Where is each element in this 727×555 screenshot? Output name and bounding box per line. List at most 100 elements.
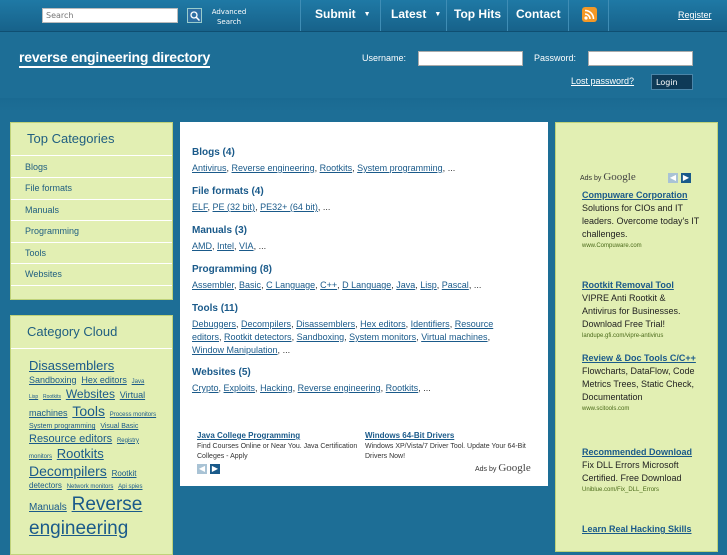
subcategory-link[interactable]: Rootkit detectors bbox=[224, 332, 292, 342]
next-ad-arrow-icon[interactable]: ▶ bbox=[681, 173, 691, 183]
subcategory-link[interactable]: Crypto bbox=[192, 383, 219, 393]
advanced-search-link[interactable]: Advanced Search bbox=[209, 7, 249, 27]
nav-latest[interactable]: Latest ▼ bbox=[391, 7, 441, 21]
ad-url[interactable]: Uniblue.com/Fix_DLL_Errors bbox=[582, 485, 702, 495]
nav-submit[interactable]: Submit ▼ bbox=[315, 7, 371, 21]
section-title[interactable]: Tools (11) bbox=[192, 303, 238, 314]
subcategory-link[interactable]: Sandboxing bbox=[297, 332, 345, 342]
subcategory-link[interactable]: Rootkits bbox=[320, 163, 353, 173]
subcategory-link[interactable]: Decompilers bbox=[241, 319, 291, 329]
ad-url[interactable]: www.Compuware.com bbox=[582, 241, 702, 251]
ad-title-link[interactable]: Compuware Corporation bbox=[582, 189, 702, 202]
subcategory-link[interactable]: VIA bbox=[239, 241, 254, 251]
tag-cloud-item[interactable]: Network monitors bbox=[67, 484, 114, 490]
subcategory-link[interactable]: D Language bbox=[342, 280, 391, 290]
subcategory-link[interactable]: Reverse engineering bbox=[232, 163, 315, 173]
subcategory-link[interactable]: Pascal bbox=[442, 280, 469, 290]
divider bbox=[11, 177, 172, 178]
nav-contact-label: Contact bbox=[516, 7, 561, 21]
search-input[interactable] bbox=[42, 8, 178, 23]
subcategory-link[interactable]: PE (32 bit) bbox=[213, 202, 256, 212]
subcategory-link[interactable]: AMD bbox=[192, 241, 212, 251]
ad-title-link[interactable]: Windows 64-Bit Drivers bbox=[365, 431, 454, 440]
username-field[interactable] bbox=[418, 51, 523, 66]
subcategory-link[interactable]: System monitors bbox=[349, 332, 416, 342]
tag-cloud-item[interactable]: Websites bbox=[66, 387, 115, 401]
category-item-manuals[interactable]: Manuals bbox=[25, 205, 59, 215]
divider bbox=[11, 285, 172, 286]
ad-url[interactable]: www.scitools.com bbox=[582, 404, 702, 414]
subcategory-link[interactable]: Identifiers bbox=[411, 319, 450, 329]
sponsored-ad: Learn Real Hacking Skills bbox=[582, 523, 702, 536]
subcategory-link[interactable]: Java bbox=[396, 280, 415, 290]
sponsored-ad: Compuware Corporation Solutions for CIOs … bbox=[582, 189, 702, 251]
tag-cloud-item[interactable]: Manuals bbox=[29, 502, 67, 513]
subcategory-link[interactable]: Virtual machines bbox=[421, 332, 487, 342]
subcategory-link[interactable]: Basic bbox=[239, 280, 261, 290]
search-button[interactable] bbox=[187, 8, 202, 23]
subcategory-link[interactable]: ELF bbox=[192, 202, 208, 212]
ad-url[interactable]: landupe.gfi.com/vipre-antivirus bbox=[582, 331, 702, 341]
site-logo[interactable]: reverse engineering directory bbox=[19, 50, 210, 68]
subcategory-link[interactable]: Assembler bbox=[192, 280, 234, 290]
category-item-blogs[interactable]: Blogs bbox=[25, 162, 48, 172]
category-item-programming[interactable]: Programming bbox=[25, 226, 79, 236]
ad-title-link[interactable]: Learn Real Hacking Skills bbox=[582, 523, 702, 536]
subcategory-link[interactable]: C Language bbox=[266, 280, 315, 290]
subcategory-link[interactable]: Window Manipulation bbox=[192, 345, 278, 355]
subcategory-link[interactable]: Hacking bbox=[260, 383, 293, 393]
rss-icon[interactable] bbox=[582, 7, 597, 22]
subcategory-link[interactable]: Hex editors bbox=[360, 319, 406, 329]
ad-title-link[interactable]: Rootkit Removal Tool bbox=[582, 279, 702, 292]
subcategory-link[interactable]: C++ bbox=[320, 280, 337, 290]
ad-title-link[interactable]: Java College Programming bbox=[197, 431, 300, 440]
subcategory-link[interactable]: Lisp bbox=[420, 280, 437, 290]
tag-cloud-item[interactable]: Hex editors bbox=[81, 375, 127, 385]
prev-ad-arrow-icon[interactable]: ◀ bbox=[197, 464, 207, 474]
tag-cloud-item[interactable]: Resource editors bbox=[29, 433, 112, 445]
nav-top-hits[interactable]: Top Hits bbox=[454, 7, 501, 21]
section-title[interactable]: Blogs (4) bbox=[192, 147, 235, 158]
tag-cloud-item[interactable]: Lisp bbox=[29, 394, 38, 400]
tag-cloud-item[interactable]: Tools bbox=[72, 403, 105, 419]
subcategory-link[interactable]: Intel bbox=[217, 241, 234, 251]
prev-ad-arrow-icon[interactable]: ◀ bbox=[668, 173, 678, 183]
login-button[interactable]: Login bbox=[651, 74, 693, 90]
subcategory-link[interactable]: PE32+ (64 bit) bbox=[260, 202, 318, 212]
category-item-websites[interactable]: Websites bbox=[25, 269, 62, 279]
subcategory-link[interactable]: Debuggers bbox=[192, 319, 236, 329]
category-item-file-formats[interactable]: File formats bbox=[25, 183, 72, 193]
subcategory-link[interactable]: Antivirus bbox=[192, 163, 227, 173]
section-title[interactable]: Programming (8) bbox=[192, 264, 272, 275]
tag-cloud-item[interactable]: Decompilers bbox=[29, 463, 107, 479]
section-title[interactable]: Manuals (3) bbox=[192, 225, 247, 236]
subcategory-link[interactable]: Rootkits bbox=[386, 383, 419, 393]
section-title[interactable]: File formats (4) bbox=[192, 186, 264, 197]
next-ad-arrow-icon[interactable]: ▶ bbox=[210, 464, 220, 474]
tag-cloud-item[interactable]: Reverse engineering bbox=[29, 494, 142, 539]
tag-cloud-item[interactable]: Visual Basic bbox=[100, 423, 138, 430]
tag-cloud-item[interactable]: Rootkits bbox=[43, 394, 61, 400]
tag-cloud-item[interactable]: Rootkits bbox=[57, 446, 104, 461]
tag-cloud-item[interactable]: Sandboxing bbox=[29, 375, 77, 385]
tag-cloud-item[interactable]: System programming bbox=[29, 423, 96, 430]
tag-cloud-item[interactable]: Disassemblers bbox=[29, 358, 114, 373]
lost-password-link[interactable]: Lost password? bbox=[571, 76, 634, 86]
ads-by-google[interactable]: Ads by Google bbox=[475, 462, 531, 474]
register-link[interactable]: Register bbox=[678, 10, 712, 20]
subcategory-link[interactable]: Reverse engineering bbox=[298, 383, 381, 393]
subcategory-link[interactable]: Disassemblers bbox=[296, 319, 355, 329]
ads-by-google[interactable]: Ads by Google bbox=[580, 171, 636, 183]
tag-cloud-item[interactable]: Java bbox=[132, 379, 145, 385]
ad-description: VIPRE Anti Rootkit & Antivirus for Busin… bbox=[582, 293, 681, 329]
subcategory-link[interactable]: Exploits bbox=[224, 383, 256, 393]
ad-title-link[interactable]: Recommended Download bbox=[582, 446, 702, 459]
section-title[interactable]: Websites (5) bbox=[192, 367, 251, 378]
tag-cloud-item[interactable]: Process monitors bbox=[110, 412, 156, 418]
subcategory-link[interactable]: System programming bbox=[357, 163, 443, 173]
category-item-tools[interactable]: Tools bbox=[25, 248, 46, 258]
tag-cloud-item[interactable]: Api spies bbox=[118, 484, 142, 490]
nav-contact[interactable]: Contact bbox=[516, 7, 561, 21]
password-field[interactable] bbox=[588, 51, 693, 66]
ad-title-link[interactable]: Review & Doc Tools C/C++ bbox=[582, 352, 702, 365]
